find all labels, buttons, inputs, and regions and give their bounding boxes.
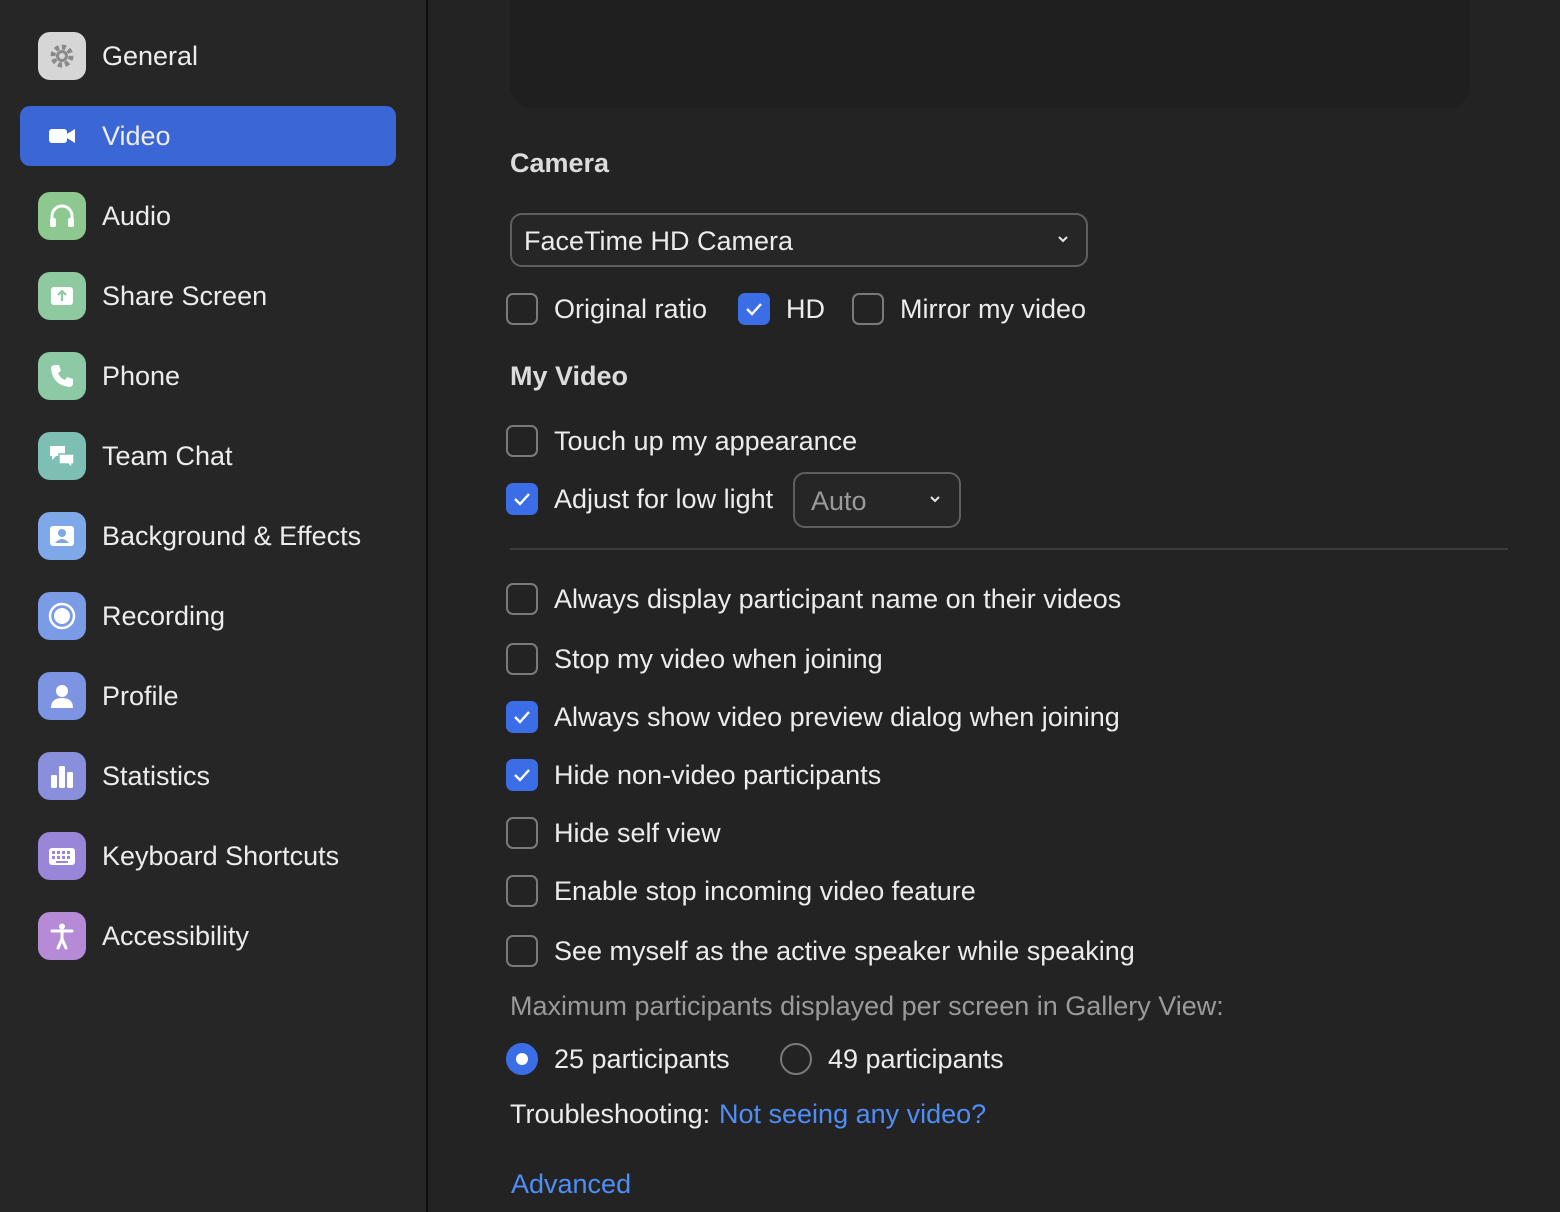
sidebar-item-label: Accessibility <box>102 921 250 951</box>
radio-25-participants[interactable] <box>506 1043 538 1075</box>
gear-icon <box>38 32 86 80</box>
sidebar-item-statistics[interactable]: Statistics <box>20 746 396 806</box>
sidebar-item-profile[interactable]: Profile <box>20 666 396 726</box>
stop-video-joining-checkbox[interactable] <box>506 643 538 675</box>
my-video-section-title: My Video <box>510 361 629 391</box>
chevron-down-icon <box>1058 236 1068 243</box>
radio-49-participants-label: 49 participants <box>828 1044 1004 1074</box>
low-light-mode-value: Auto <box>811 486 867 516</box>
advanced-link[interactable]: Advanced <box>511 1169 631 1200</box>
sidebar-item-recording[interactable]: Recording <box>20 586 396 646</box>
stop-incoming-video-label: Enable stop incoming video feature <box>554 876 976 906</box>
camera-section-title: Camera <box>510 148 610 178</box>
touch-up-label: Touch up my appearance <box>554 426 858 456</box>
sidebar-item-label: Profile <box>102 681 179 711</box>
display-names-label: Always display participant name on their… <box>554 584 1122 614</box>
checkmark-icon <box>514 711 530 724</box>
sidebar-item-audio[interactable]: Audio <box>20 186 396 246</box>
sidebar-item-label: Team Chat <box>102 441 233 471</box>
original-ratio-label: Original ratio <box>554 294 708 324</box>
sidebar-item-label: Phone <box>102 361 181 391</box>
sidebar-item-phone[interactable]: Phone <box>20 346 396 406</box>
bar-chart-icon <box>38 752 86 800</box>
profile-icon <box>38 672 86 720</box>
preview-dialog-checkbox[interactable] <box>506 701 538 733</box>
hide-self-view-label: Hide self view <box>554 818 721 848</box>
mirror-video-label: Mirror my video <box>900 294 1087 324</box>
sidebar-item-accessibility[interactable]: Accessibility <box>20 906 396 966</box>
video-camera-icon <box>38 112 86 160</box>
sidebar-item-share-screen[interactable]: Share Screen <box>20 266 396 326</box>
section-divider <box>510 548 1508 550</box>
hide-self-view-checkbox[interactable] <box>506 817 538 849</box>
record-icon <box>38 592 86 640</box>
background-icon <box>38 512 86 560</box>
chat-bubbles-icon <box>38 432 86 480</box>
hide-non-video-checkbox[interactable] <box>506 759 538 791</box>
hd-checkbox[interactable] <box>738 293 770 325</box>
stop-incoming-video-checkbox[interactable] <box>506 875 538 907</box>
sidebar-item-label: Keyboard Shortcuts <box>102 841 340 871</box>
sidebar-item-general[interactable]: General <box>20 26 396 86</box>
sidebar-item-label: Video <box>102 121 171 151</box>
keyboard-icon <box>38 832 86 880</box>
active-speaker-checkbox[interactable] <box>506 935 538 967</box>
share-screen-icon <box>38 272 86 320</box>
active-speaker-label: See myself as the active speaker while s… <box>554 936 1135 966</box>
hd-label: HD <box>786 294 825 324</box>
touch-up-checkbox[interactable] <box>506 425 538 457</box>
checkmark-icon <box>514 493 530 506</box>
sidebar-item-label: Background & Effects <box>102 521 362 551</box>
mirror-video-checkbox[interactable] <box>852 293 884 325</box>
low-light-mode-select[interactable]: Auto <box>793 472 961 528</box>
sidebar-item-label: Statistics <box>102 761 211 791</box>
headphones-icon <box>38 192 86 240</box>
checkmark-icon <box>746 303 762 316</box>
low-light-label: Adjust for low light <box>554 484 774 514</box>
preview-dialog-label: Always show video preview dialog when jo… <box>554 702 1120 732</box>
sidebar-item-team-chat[interactable]: Team Chat <box>20 426 396 486</box>
checkmark-icon <box>514 769 530 782</box>
camera-select[interactable]: FaceTime HD Camera <box>510 213 1088 267</box>
video-preview <box>510 0 1470 108</box>
sidebar-item-label: General <box>102 41 199 71</box>
hide-non-video-label: Hide non-video participants <box>554 760 882 790</box>
radio-25-participants-label: 25 participants <box>554 1044 730 1074</box>
camera-select-value: FaceTime HD Camera <box>524 226 794 256</box>
radio-49-participants[interactable] <box>780 1043 812 1075</box>
sidebar-item-label: Recording <box>102 601 226 631</box>
settings-sidebar: General Video Audio Share Screen Phone T… <box>0 0 428 1212</box>
sidebar-item-video[interactable]: Video <box>20 106 396 166</box>
troubleshooting-link[interactable]: Not seeing any video? <box>719 1099 986 1130</box>
troubleshooting-label: Troubleshooting: <box>510 1099 711 1129</box>
sidebar-item-label: Audio <box>102 201 172 231</box>
stop-video-joining-label: Stop my video when joining <box>554 644 883 674</box>
original-ratio-checkbox[interactable] <box>506 293 538 325</box>
accessibility-icon <box>38 912 86 960</box>
low-light-checkbox[interactable] <box>506 483 538 515</box>
sidebar-item-label: Share Screen <box>102 281 268 311</box>
phone-icon <box>38 352 86 400</box>
sidebar-item-background-effects[interactable]: Background & Effects <box>20 506 396 566</box>
chevron-down-icon <box>930 496 940 503</box>
display-names-checkbox[interactable] <box>506 583 538 615</box>
sidebar-item-keyboard-shortcuts[interactable]: Keyboard Shortcuts <box>20 826 396 886</box>
gallery-view-label: Maximum participants displayed per scree… <box>510 991 1224 1021</box>
